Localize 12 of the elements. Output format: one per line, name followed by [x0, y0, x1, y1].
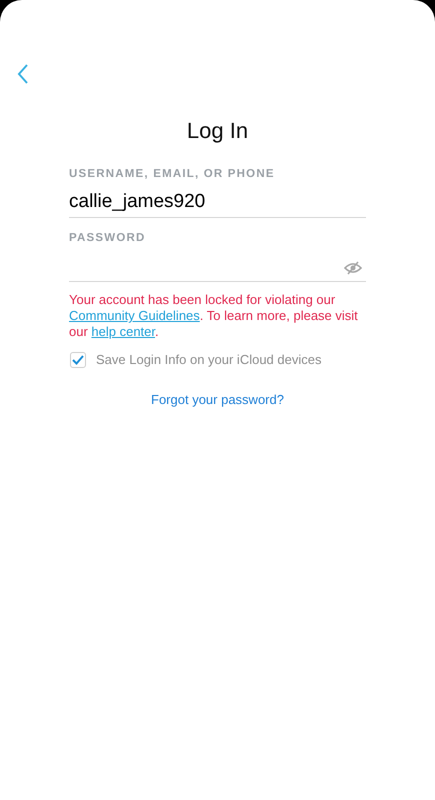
forgot-password-link[interactable]: Forgot your password?: [151, 390, 284, 409]
back-icon: [17, 64, 29, 84]
username-field[interactable]: callie_james920: [69, 190, 366, 218]
error-link[interactable]: Community Guidelines: [69, 308, 200, 323]
page-title: Log In: [186, 117, 248, 145]
field-label: PASSWORD: [69, 231, 146, 246]
checkbox-label: Save Login Info on your iCloud devices: [96, 351, 322, 369]
error-message: Your account has been locked for violating our Community Guidelines. To learn more, please visit our help center.: [69, 292, 359, 340]
field-label: USERNAME, EMAIL, OR PHONE: [69, 167, 276, 182]
checkbox[interactable]: [70, 352, 86, 368]
eye-slash-icon[interactable]: [344, 260, 362, 274]
error-link[interactable]: help center: [91, 324, 156, 339]
